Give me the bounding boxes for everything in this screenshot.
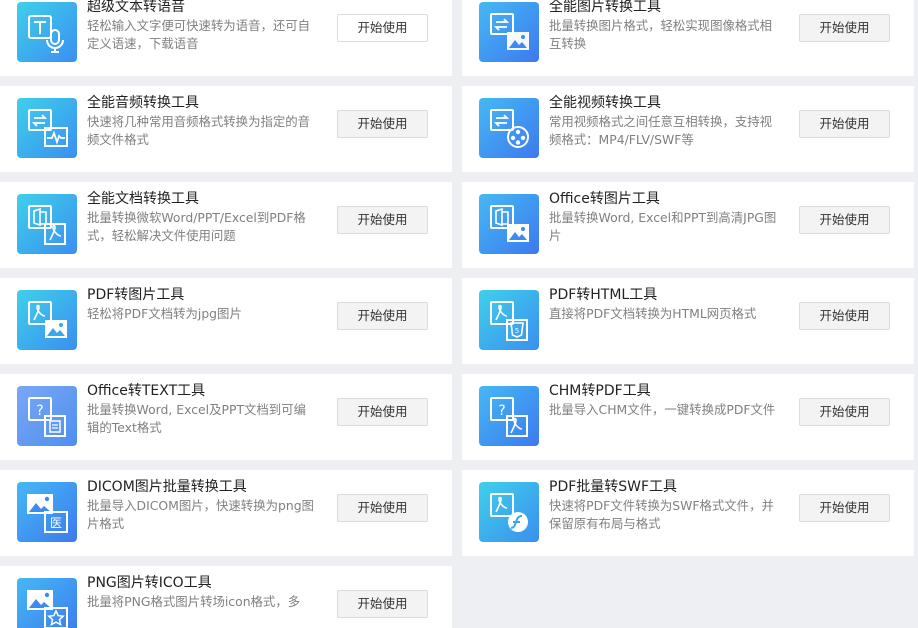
tool-card-video-convert: 全能视频转换工具 常用视频格式之间任意互相转换，支持视频格式：MP4/FLV/S…	[462, 86, 914, 172]
tool-title: Office转TEXT工具	[87, 383, 206, 399]
svg-text:5: 5	[515, 327, 519, 335]
tool-card-document-convert: 全能文档转换工具 批量转换微软Word/PPT/Excel到PDF格式，轻松解决…	[0, 182, 452, 268]
start-button-chm-to-pdf[interactable]: 开始使用	[799, 398, 890, 426]
start-button-video-convert[interactable]: 开始使用	[799, 110, 890, 138]
start-button-text-to-speech[interactable]: 开始使用	[337, 14, 428, 42]
start-button-png-to-ico[interactable]: 开始使用	[337, 590, 428, 618]
audio-convert-icon	[17, 98, 77, 158]
tool-title: Office转图片工具	[549, 191, 660, 207]
document-convert-icon	[17, 194, 77, 254]
chm-to-pdf-icon: ?	[479, 386, 539, 446]
tool-card-pdf-to-html: 5 PDF转HTML工具 直接将PDF文档转换为HTML网页格式 开始使用	[462, 278, 914, 364]
tool-title: PDF批量转SWF工具	[549, 479, 678, 495]
tool-title: PDF转HTML工具	[549, 287, 658, 303]
start-button-audio-convert[interactable]: 开始使用	[337, 110, 428, 138]
tool-description: 快速将几种常用音频格式转换为指定的音频文件格式	[87, 114, 311, 147]
tool-description: 批量转换图片格式，轻松实现图像格式相互转换	[549, 18, 773, 51]
video-convert-icon	[479, 98, 539, 158]
tool-description: 批量转换微软Word/PPT/Excel到PDF格式，轻松解决文件使用问题	[87, 210, 306, 243]
tool-description: 批量将PNG格式图片转场icon格式，多	[87, 594, 301, 609]
tool-description: 常用视频格式之间任意互相转换，支持视频格式：MP4/FLV/SWF等	[549, 114, 773, 147]
tool-card-office-to-image: Office转图片工具 批量转换Word, Excel和PPT到高清JPG图片 …	[462, 182, 914, 268]
tool-card-chm-to-pdf: ? CHM转PDF工具 批量导入CHM文件，一键转换成PDF文件 开始使用	[462, 374, 914, 460]
start-button-pdf-to-html[interactable]: 开始使用	[799, 302, 890, 330]
tool-card-png-to-ico: PNG图片转ICO工具 批量将PNG格式图片转场icon格式，多 开始使用	[0, 566, 452, 628]
tool-description: 批量转换Word, Excel及PPT文档到可编辑的Text格式	[87, 402, 306, 435]
start-button-office-to-text[interactable]: 开始使用	[337, 398, 428, 426]
tool-description: 批量转换Word, Excel和PPT到高清JPG图片	[549, 210, 777, 243]
tool-description: 轻松将PDF文档转为jpg图片	[87, 306, 242, 321]
tool-title: PDF转图片工具	[87, 287, 185, 303]
tool-card-pdf-to-image: PDF转图片工具 轻松将PDF文档转为jpg图片 开始使用	[0, 278, 452, 364]
dicom-convert-icon: 医	[17, 482, 77, 542]
tool-title: 全能文档转换工具	[87, 191, 199, 207]
start-button-document-convert[interactable]: 开始使用	[337, 206, 428, 234]
pdf-to-image-icon	[17, 290, 77, 350]
tool-description: 批量导入DICOM图片，快速转换为png图片格式	[87, 498, 314, 531]
svg-text:医: 医	[50, 516, 62, 530]
tool-card-pdf-to-swf: PDF批量转SWF工具 快速将PDF文件转换为SWF格式文件，并保留原有布局与格…	[462, 470, 914, 556]
start-button-pdf-to-image[interactable]: 开始使用	[337, 302, 428, 330]
tool-description: 快速将PDF文件转换为SWF格式文件，并保留原有布局与格式	[549, 498, 774, 531]
tool-card-image-convert: 全能图片转换工具 批量转换图片格式，轻松实现图像格式相互转换 开始使用	[462, 0, 914, 76]
tool-card-audio-convert: 全能音频转换工具 快速将几种常用音频格式转换为指定的音频文件格式 开始使用	[0, 86, 452, 172]
svg-text:?: ?	[36, 403, 43, 419]
office-to-text-icon: ?	[17, 386, 77, 446]
tool-title: 全能图片转换工具	[549, 0, 661, 15]
start-button-dicom-convert[interactable]: 开始使用	[337, 494, 428, 522]
tool-card-office-to-text: ? Office转TEXT工具 批量转换Word, Excel及PPT文档到可编…	[0, 374, 452, 460]
svg-text:?: ?	[498, 403, 505, 419]
tool-title: PNG图片转ICO工具	[87, 575, 212, 591]
text-to-speech-icon	[17, 2, 77, 62]
office-to-image-icon	[479, 194, 539, 254]
tool-title: 全能视频转换工具	[549, 95, 661, 111]
tool-card-text-to-speech: 超级文本转语音 轻松输入文字便可快速转为语音，还可自定义语速，下载语音 开始使用	[0, 0, 452, 76]
tool-title: 超级文本转语音	[87, 0, 185, 15]
image-convert-icon	[479, 2, 539, 62]
tool-title: CHM转PDF工具	[549, 383, 651, 399]
png-to-ico-icon	[17, 578, 77, 628]
pdf-to-swf-icon	[479, 482, 539, 542]
tool-description: 轻松输入文字便可快速转为语音，还可自定义语速，下载语音	[87, 18, 311, 51]
start-button-image-convert[interactable]: 开始使用	[799, 14, 890, 42]
start-button-office-to-image[interactable]: 开始使用	[799, 206, 890, 234]
start-button-pdf-to-swf[interactable]: 开始使用	[799, 494, 890, 522]
pdf-to-html-icon: 5	[479, 290, 539, 350]
tool-description: 直接将PDF文档转换为HTML网页格式	[549, 306, 757, 321]
tool-title: 全能音频转换工具	[87, 95, 199, 111]
tool-card-dicom-convert: 医 DICOM图片批量转换工具 批量导入DICOM图片，快速转换为png图片格式…	[0, 470, 452, 556]
tool-title: DICOM图片批量转换工具	[87, 479, 247, 495]
tool-description: 批量导入CHM文件，一键转换成PDF文件	[549, 402, 776, 417]
